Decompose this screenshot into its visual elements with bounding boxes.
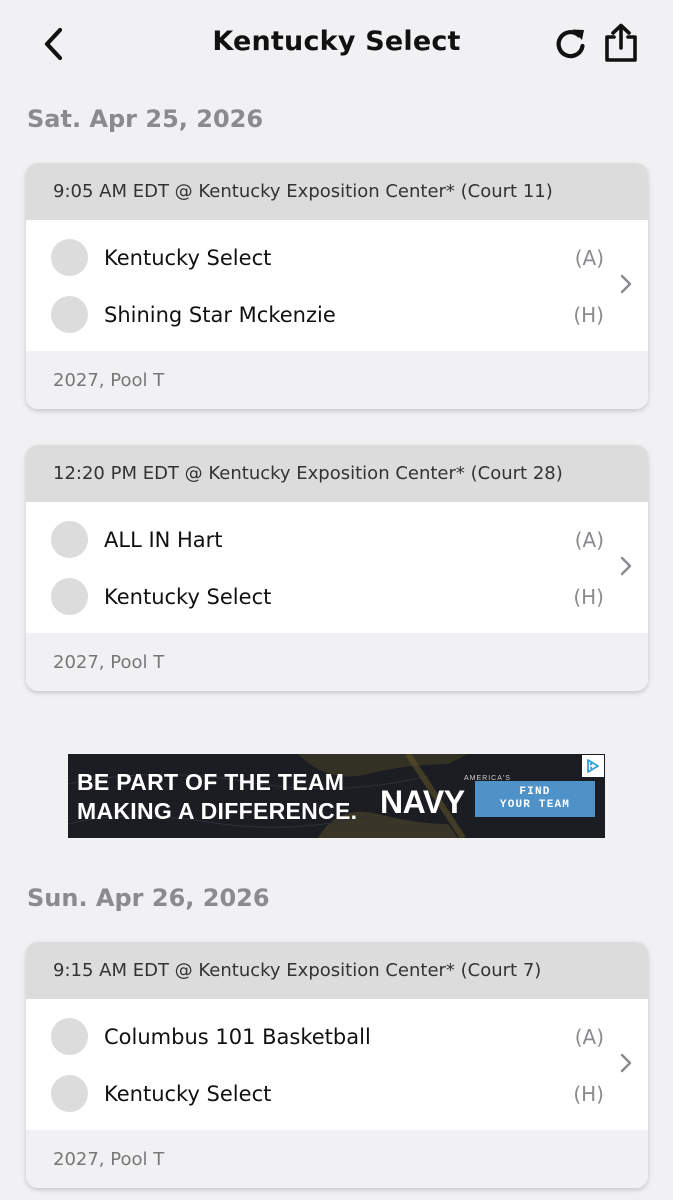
team-avatar [51,521,88,558]
team-avatar [51,1018,88,1055]
share-icon [605,23,637,62]
date-header: Sat. Apr 25, 2026 [27,105,264,133]
team-side: (H) [573,584,604,609]
game-info: 9:05 AM EDT @ Kentucky Exposition Center… [26,163,648,220]
game-division: 2027, Pool T [26,1130,648,1188]
ad-headline-line2: MAKING A DIFFERENCE. [77,798,358,824]
team-name: Kentucky Select [104,245,272,270]
team-name: Columbus 101 Basketball [104,1024,371,1049]
game-card[interactable]: 12:20 PM EDT @ Kentucky Exposition Cente… [26,445,648,691]
adchoices-glyph [587,759,599,773]
ad-headline-line1: BE PART OF THE TEAM [77,769,345,795]
date-header: Sun. Apr 26, 2026 [27,884,270,912]
ad-brand: NAVY [380,784,465,820]
ad-cta-button[interactable]: FIND YOUR TEAM [475,781,595,817]
app-header: Kentucky Select [0,0,673,90]
team-avatar [51,296,88,333]
refresh-icon [556,29,585,59]
refresh-button[interactable] [551,24,591,64]
game-card[interactable]: 9:15 AM EDT @ Kentucky Exposition Center… [26,942,648,1188]
share-button[interactable] [600,22,642,64]
chevron-right-icon [620,1053,632,1073]
team-row: Kentucky Select (A) [26,229,648,286]
game-teams: Columbus 101 Basketball (A) Kentucky Sel… [26,999,648,1130]
team-avatar [51,578,88,615]
team-avatar [51,1075,88,1112]
team-side: (A) [574,1024,604,1049]
team-side: (A) [574,527,604,552]
team-name: Kentucky Select [104,1081,272,1106]
adchoices-icon[interactable] [582,755,604,777]
game-teams: Kentucky Select (A) Shining Star Mckenzi… [26,220,648,351]
team-name: Shining Star Mckenzie [104,302,336,327]
chevron-right-icon [620,556,632,576]
team-side: (H) [573,302,604,327]
ad-cta-line1: FIND [519,786,551,798]
team-row: Kentucky Select (H) [26,1065,648,1122]
team-name: Kentucky Select [104,584,272,609]
game-card[interactable]: 9:05 AM EDT @ Kentucky Exposition Center… [26,163,648,409]
game-teams: ALL IN Hart (A) Kentucky Select (H) [26,502,648,633]
game-info: 9:15 AM EDT @ Kentucky Exposition Center… [26,942,648,999]
ad-cta-line2: YOUR TEAM [499,799,571,811]
team-side: (H) [573,1081,604,1106]
ad-headline: BE PART OF THE TEAM MAKING A DIFFERENCE. [77,768,357,826]
ad-banner[interactable]: BE PART OF THE TEAM MAKING A DIFFERENCE.… [68,754,605,838]
team-row: Columbus 101 Basketball (A) [26,1008,648,1065]
game-division: 2027, Pool T [26,351,648,409]
team-row: Kentucky Select (H) [26,568,648,625]
chevron-right-icon [620,274,632,294]
game-info: 12:20 PM EDT @ Kentucky Exposition Cente… [26,445,648,502]
team-row: Shining Star Mckenzie (H) [26,286,648,343]
team-row: ALL IN Hart (A) [26,511,648,568]
team-avatar [51,239,88,276]
team-name: ALL IN Hart [104,527,223,552]
game-division: 2027, Pool T [26,633,648,691]
team-side: (A) [574,245,604,270]
